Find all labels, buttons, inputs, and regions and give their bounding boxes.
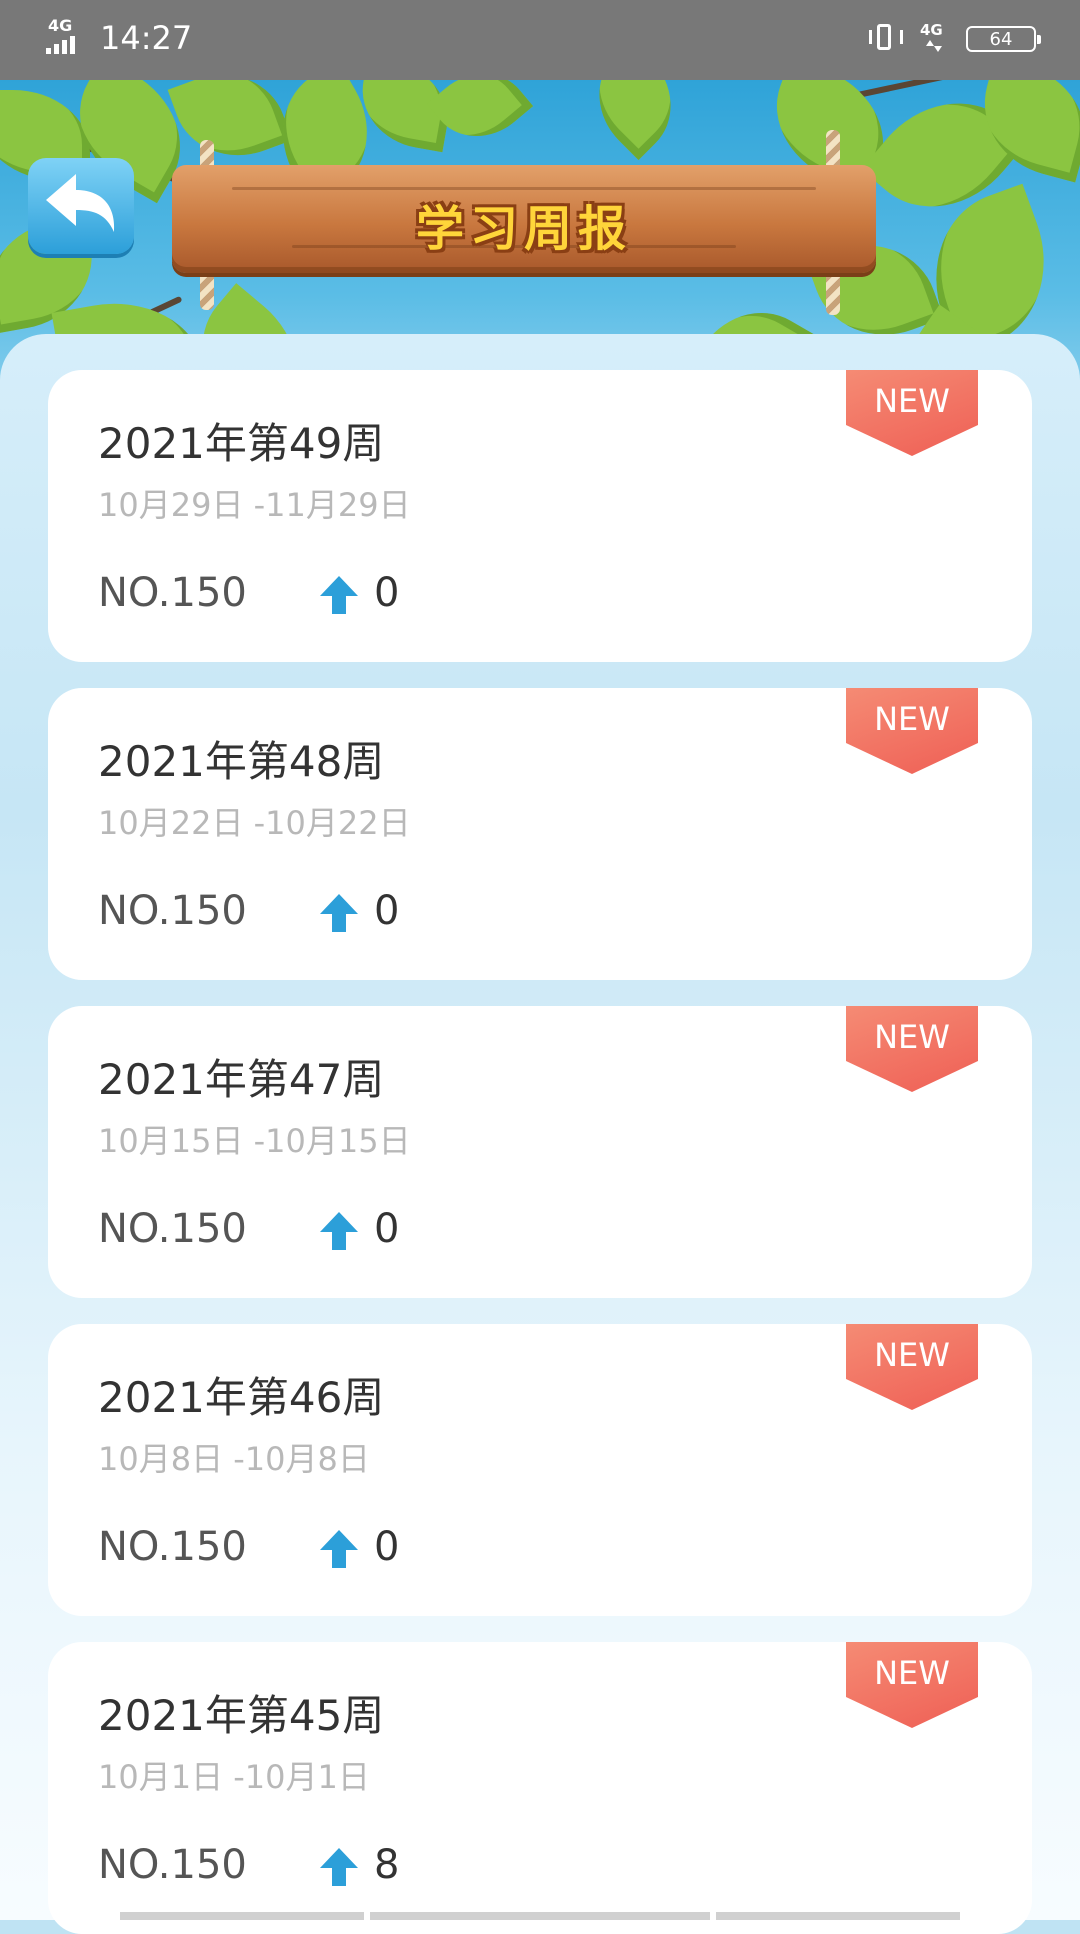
week-title: 2021年第48周	[98, 737, 385, 786]
up-arrow-icon	[320, 894, 358, 932]
date-range: 10月1日 -10月1日	[98, 1758, 370, 1796]
up-arrow-icon	[320, 1848, 358, 1886]
date-range: 10月8日 -10月8日	[98, 1440, 370, 1478]
page-title: 学习周报	[415, 201, 632, 257]
new-badge-label: NEW	[874, 700, 950, 738]
vibrate-icon	[868, 22, 904, 56]
bottom-tab-hint	[716, 1912, 960, 1920]
date-range: 10月29日 -11月29日	[98, 486, 411, 524]
date-range: 10月22日 -10月22日	[98, 804, 411, 842]
rank-label: NO.150	[98, 888, 247, 934]
week-title: 2021年第47周	[98, 1055, 385, 1104]
network-type-label: 4G	[48, 16, 73, 35]
report-card[interactable]: 2021年第48周 10月22日 -10月22日 NO.150 0 NEW	[48, 688, 1032, 980]
rank-change: 0	[374, 888, 400, 934]
mobile-data-icon: 4G	[920, 22, 950, 56]
rank-label: NO.150	[98, 1842, 247, 1888]
new-badge: NEW	[846, 1642, 978, 1728]
new-badge-label: NEW	[874, 1336, 950, 1374]
new-badge-label: NEW	[874, 1018, 950, 1056]
rank-change: 0	[374, 570, 400, 616]
battery-level: 64	[989, 28, 1013, 50]
back-arrow-icon	[46, 174, 115, 232]
status-time: 14:27	[100, 19, 193, 57]
new-badge: NEW	[846, 1006, 978, 1092]
up-arrow-icon	[320, 576, 358, 614]
rank-change: 0	[374, 1524, 400, 1570]
new-badge: NEW	[846, 688, 978, 774]
week-title: 2021年第45周	[98, 1691, 385, 1740]
new-badge-label: NEW	[874, 382, 950, 420]
report-card[interactable]: 2021年第45周 10月1日 -10月1日 NO.150 8 NEW	[48, 1642, 1032, 1934]
status-bar: 4G 14:27 4G 64	[0, 0, 1080, 80]
new-badge: NEW	[846, 1324, 978, 1410]
week-title: 2021年第49周	[98, 419, 385, 468]
back-button[interactable]	[28, 158, 134, 254]
up-arrow-icon	[320, 1530, 358, 1568]
report-card[interactable]: 2021年第46周 10月8日 -10月8日 NO.150 0 NEW	[48, 1324, 1032, 1616]
date-range: 10月15日 -10月15日	[98, 1122, 411, 1160]
rank-label: NO.150	[98, 570, 247, 616]
report-card[interactable]: 2021年第49周 10月29日 -11月29日 NO.150 0 NEW	[48, 370, 1032, 662]
bottom-tab-hint	[120, 1912, 364, 1920]
cellular-signal-icon: 4G	[46, 18, 90, 58]
rank-label: NO.150	[98, 1524, 247, 1570]
week-title: 2021年第46周	[98, 1373, 385, 1422]
rank-label: NO.150	[98, 1206, 247, 1252]
up-arrow-icon	[320, 1212, 358, 1250]
bottom-tab-hint	[370, 1912, 710, 1920]
battery-icon: 64	[966, 26, 1041, 52]
new-badge-label: NEW	[874, 1654, 950, 1692]
report-card[interactable]: 2021年第47周 10月15日 -10月15日 NO.150 0 NEW	[48, 1006, 1032, 1298]
title-sign: 学习周报	[172, 165, 876, 273]
rank-change: 8	[374, 1842, 400, 1888]
new-badge: NEW	[846, 370, 978, 456]
mobile-data-label: 4G	[920, 21, 943, 39]
rank-change: 0	[374, 1206, 400, 1252]
